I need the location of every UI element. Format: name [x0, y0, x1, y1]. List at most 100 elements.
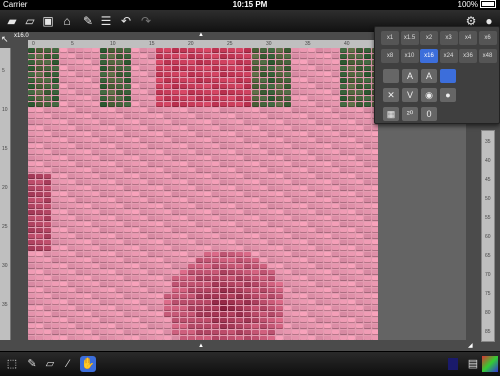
- bead-tile: [308, 300, 315, 305]
- save-icon[interactable]: ▣: [40, 13, 56, 29]
- zoom-option-button[interactable]: x1.5: [400, 31, 419, 45]
- bead-tile: [364, 258, 371, 263]
- bead-tile: [100, 132, 107, 137]
- hand-icon[interactable]: ✋: [80, 356, 96, 372]
- zoom-option-button[interactable]: x3: [439, 31, 458, 45]
- bead-tile: [212, 210, 219, 215]
- bead-tile: [28, 168, 35, 173]
- bead-tile: [196, 270, 203, 275]
- list-icon[interactable]: ☰: [98, 13, 114, 29]
- ruler-right[interactable]: 35 40 45 50 55 60 65 70 75 80 85: [481, 130, 495, 342]
- zoom-option-button[interactable]: x10: [400, 49, 419, 63]
- bead-tile: [60, 192, 67, 197]
- view-oval-button[interactable]: 0: [421, 107, 437, 121]
- picker-icon[interactable]: ⁄: [60, 356, 76, 372]
- bead-tile: [76, 294, 83, 299]
- stamp-icon[interactable]: ▤: [465, 356, 481, 372]
- view-plain-button[interactable]: [383, 69, 399, 83]
- bead-tile: [268, 204, 275, 209]
- zoom-option-button[interactable]: x8: [381, 49, 399, 63]
- bead-tile: [212, 180, 219, 185]
- bead-tile: [180, 78, 187, 83]
- scroll-down-icon[interactable]: ▲: [198, 343, 204, 349]
- bead-tile: [108, 336, 115, 340]
- zoom-option-button[interactable]: x36: [459, 49, 477, 63]
- bead-tile: [332, 174, 339, 179]
- bead-tile: [252, 282, 259, 287]
- bead-tile: [44, 234, 51, 239]
- bead-tile: [268, 222, 275, 227]
- zoom-option-button[interactable]: x16: [420, 49, 438, 63]
- bead-tile: [332, 330, 339, 335]
- bead-tile: [100, 102, 107, 107]
- bead-tile: [300, 84, 307, 89]
- zoom-popup: x1 x1.5 x2 x3 x4 x6 x8 x10 x16 x24 x36 x48 A A ✕ V ◉ ● ▦ ²⁰…: [374, 26, 500, 124]
- zoom-option-button[interactable]: x24: [439, 49, 458, 63]
- folder-icon[interactable]: ▰: [4, 13, 20, 29]
- scroll-up-icon[interactable]: ▲: [198, 32, 204, 38]
- bead-tile: [356, 216, 363, 221]
- bead-tile: [132, 210, 139, 215]
- folder-open-icon[interactable]: ▱: [22, 13, 38, 29]
- bead-tile: [84, 282, 91, 287]
- bead-tile: [156, 180, 163, 185]
- bead-tile: [300, 66, 307, 71]
- bead-tile: [340, 312, 347, 317]
- bead-tile: [60, 78, 67, 83]
- bead-tile: [44, 108, 51, 113]
- zoom-option-button[interactable]: x2: [420, 31, 438, 45]
- zoom-option-button[interactable]: x4: [459, 31, 477, 45]
- bead-tile: [164, 180, 171, 185]
- bead-tile: [68, 192, 75, 197]
- bead-tile: [220, 60, 227, 65]
- view-x-button[interactable]: ✕: [383, 88, 399, 102]
- select-icon[interactable]: ⬚: [4, 356, 20, 372]
- view-letter-a-outline-button[interactable]: A: [421, 69, 437, 83]
- bead-tile: [148, 210, 155, 215]
- fit-arrow-icon[interactable]: ↖: [1, 34, 11, 44]
- zoom-option-button[interactable]: x1: [381, 31, 399, 45]
- bead-tile: [212, 246, 219, 251]
- color-swatch-icon[interactable]: [448, 358, 458, 370]
- bead-tile: [252, 168, 259, 173]
- undo-icon[interactable]: ↶: [118, 13, 134, 29]
- bead-tile: [116, 138, 123, 143]
- share-icon[interactable]: ✎: [80, 13, 96, 29]
- bead-tile: [108, 234, 115, 239]
- view-grid-button[interactable]: ▦: [383, 107, 399, 121]
- bead-tile: [140, 330, 147, 335]
- palette-icon[interactable]: [482, 356, 498, 372]
- bead-tile: [268, 216, 275, 221]
- bead-pattern-canvas[interactable]: [28, 48, 378, 340]
- bead-tile: [132, 198, 139, 203]
- view-letter-a-button[interactable]: A: [402, 69, 418, 83]
- view-circle-button[interactable]: ◉: [421, 88, 437, 102]
- bead-tile: [60, 180, 67, 185]
- bead-tile: [76, 192, 83, 197]
- bead-tile: [364, 300, 371, 305]
- redo-icon[interactable]: ↷: [138, 13, 154, 29]
- eraser-icon[interactable]: ▱: [42, 356, 58, 372]
- bead-tile: [148, 72, 155, 77]
- bead-tile: [28, 78, 35, 83]
- pencil-icon[interactable]: ✎: [24, 356, 40, 372]
- zoom-option-button[interactable]: x6: [478, 31, 497, 45]
- bead-tile: [252, 192, 259, 197]
- view-numbers-button[interactable]: ²⁰: [402, 107, 418, 121]
- bead-tile: [220, 114, 227, 119]
- view-sphere-button[interactable]: ●: [440, 88, 456, 102]
- bead-tile: [268, 168, 275, 173]
- view-v-button[interactable]: V: [402, 88, 418, 102]
- bead-tile: [324, 192, 331, 197]
- zoom-option-button[interactable]: x48: [478, 49, 497, 63]
- bead-tile: [28, 216, 35, 221]
- bead-tile: [52, 222, 59, 227]
- bead-tile: [92, 96, 99, 101]
- bead-tile: [244, 282, 251, 287]
- resize-corner-icon[interactable]: ◢: [468, 342, 473, 349]
- bead-tile: [228, 300, 235, 305]
- view-full-button[interactable]: [440, 69, 456, 83]
- bead-tile: [364, 264, 371, 269]
- bead-tile: [132, 294, 139, 299]
- export-icon[interactable]: ⌂: [59, 13, 75, 29]
